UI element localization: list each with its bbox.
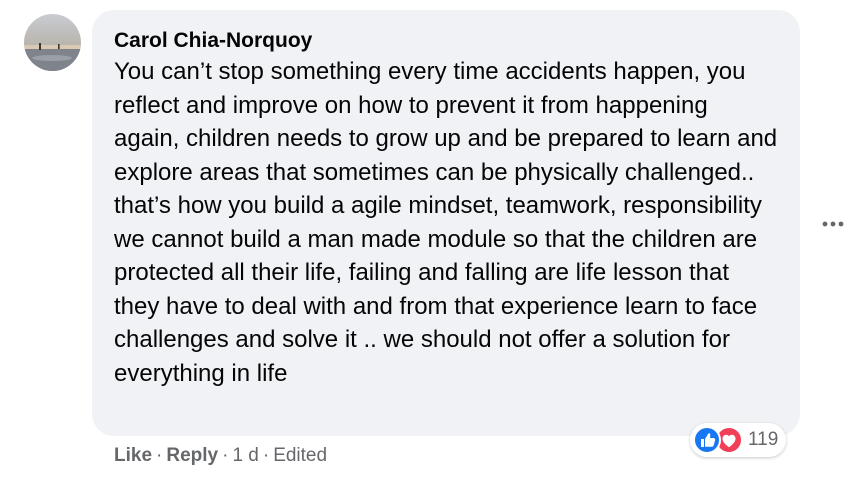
comment-actions: Like · Reply · 1 d · Edited xyxy=(114,444,327,468)
like-button[interactable]: Like xyxy=(114,445,152,466)
separator: · xyxy=(156,445,163,466)
more-options-icon xyxy=(822,221,844,227)
avatar-image xyxy=(24,14,81,71)
edited-label[interactable]: Edited xyxy=(273,445,327,466)
separator: · xyxy=(262,445,270,466)
reply-button[interactable]: Reply xyxy=(166,445,218,466)
avatar[interactable] xyxy=(24,14,81,71)
comment: Carol Chia-Norquoy You can’t stop someth… xyxy=(0,0,868,477)
reaction-summary[interactable]: 119 xyxy=(690,423,787,457)
comment-author[interactable]: Carol Chia-Norquoy xyxy=(114,28,778,54)
more-options-button[interactable] xyxy=(818,212,848,236)
reaction-count: 119 xyxy=(748,429,779,450)
reaction-icons xyxy=(693,425,743,455)
separator: · xyxy=(222,445,229,466)
comment-timestamp[interactable]: 1 d xyxy=(232,445,258,466)
comment-text: You can’t stop something every time acci… xyxy=(114,58,778,387)
comment-bubble: Carol Chia-Norquoy You can’t stop someth… xyxy=(92,10,800,436)
like-icon xyxy=(693,426,721,454)
